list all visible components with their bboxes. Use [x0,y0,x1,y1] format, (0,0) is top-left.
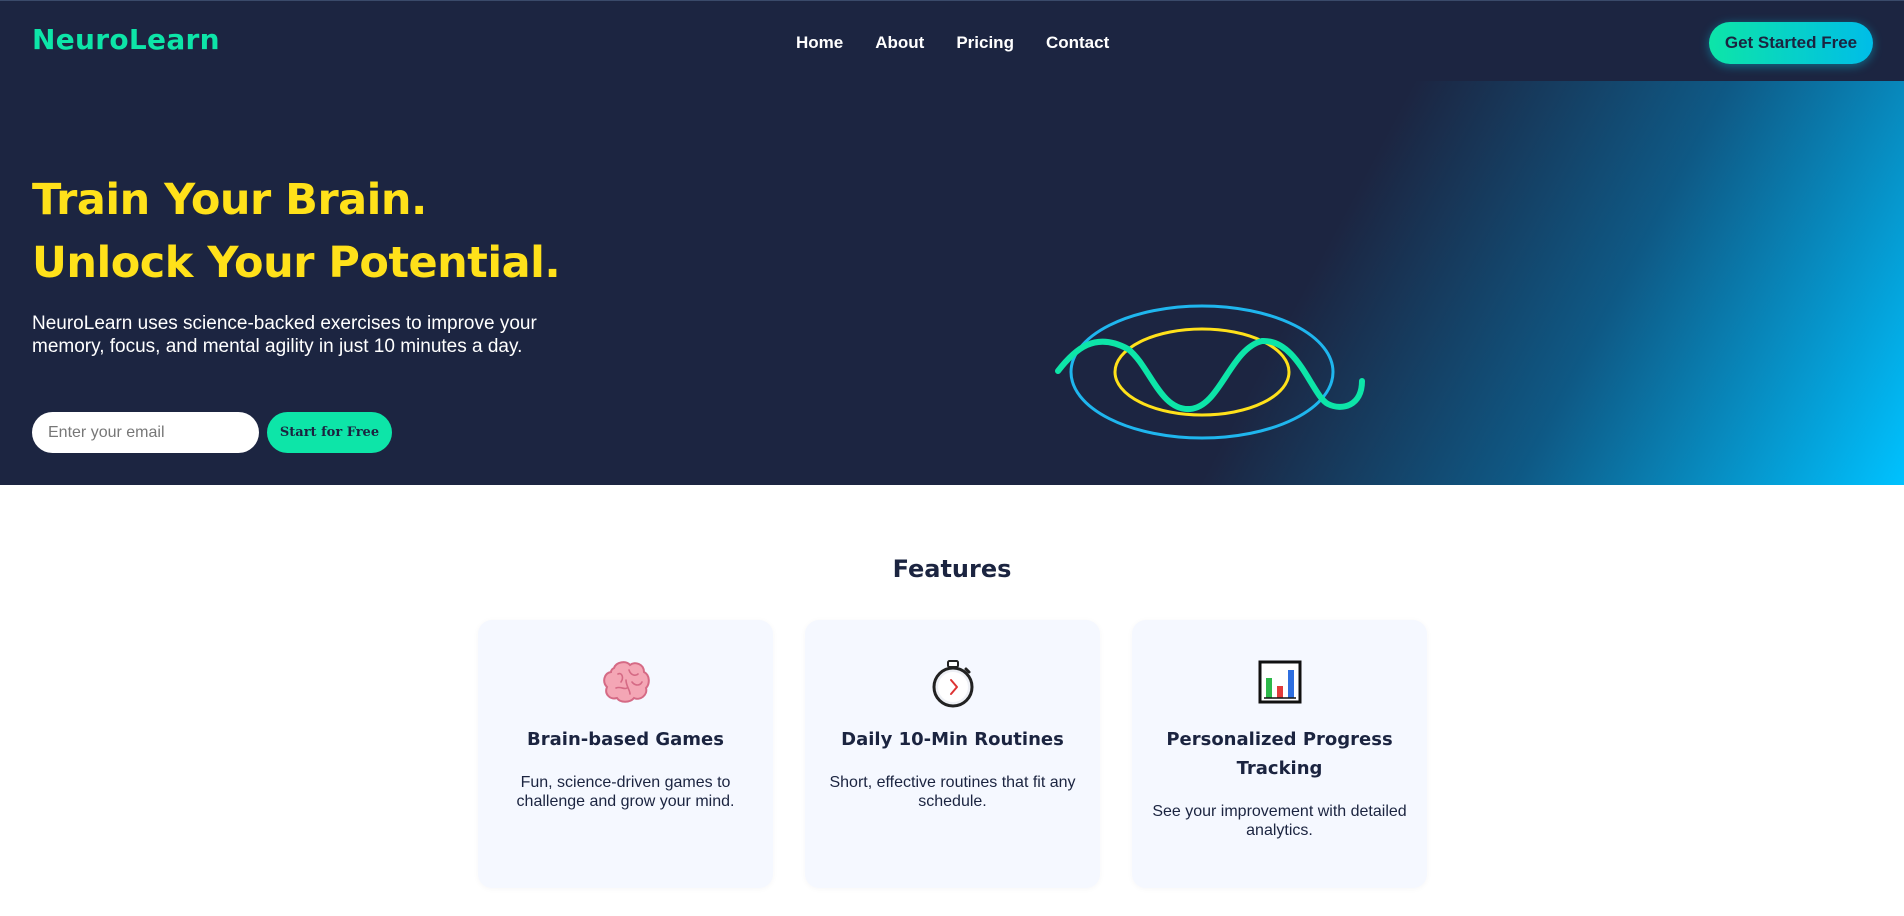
brain-icon [602,661,650,703]
feature-card-tracking: Personalized Progress Tracking See your … [1132,620,1427,888]
hero-headline-line-1: Train Your Brain. [32,175,427,225]
sine-wave [1055,337,1365,412]
feature-title: Brain-based Games [527,729,724,750]
nav-pricing-link[interactable]: Pricing [956,33,1014,53]
feature-description: Fun, science-driven games to challenge a… [516,774,735,810]
stopwatch-icon [932,660,973,708]
feature-title: Daily 10-Min Routines [841,729,1064,750]
brainwave-illustration [1055,304,1365,440]
site-header: NeuroLearn Home About Pricing Contact Ge… [0,0,1904,81]
hero-headline-line-2: Unlock Your Potential. [32,238,561,288]
nav-home-link[interactable]: Home [796,33,843,53]
main-nav: Home About Pricing Contact [796,33,1109,53]
get-started-button[interactable]: Get Started Free [1709,22,1873,64]
hero-headline: Train Your Brain. Unlock Your Potential. [32,169,561,295]
feature-card-games: Brain-based Games Fun, science-driven ga… [478,620,773,888]
feature-description: See your improvement with detailed analy… [1152,803,1407,839]
nav-contact-link[interactable]: Contact [1046,33,1109,53]
start-for-free-button[interactable]: Start for Free [267,412,392,453]
brand-logo[interactable]: NeuroLearn [32,23,220,56]
features-heading: Features [892,555,1012,583]
hero-subtitle: NeuroLearn uses science-backed exercises… [32,313,537,357]
hero-section: Train Your Brain. Unlock Your Potential.… [0,81,1904,485]
email-input[interactable] [32,412,259,453]
feature-title: Personalized Progress Tracking [1166,729,1393,779]
outer-ring [1069,304,1335,440]
bar-chart-icon [1258,660,1301,704]
nav-about-link[interactable]: About [875,33,924,53]
feature-description: Short, effective routines that fit any s… [829,774,1076,810]
feature-card-routines: Daily 10-Min Routines Short, effective r… [805,620,1100,888]
